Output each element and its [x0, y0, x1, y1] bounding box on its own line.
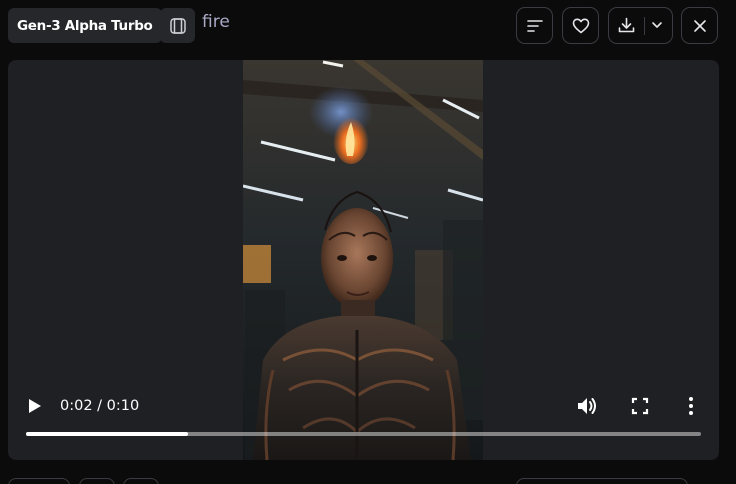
chevron-down-icon [652, 22, 662, 28]
frame-icon-button[interactable] [160, 8, 195, 43]
favorite-button[interactable] [562, 7, 599, 44]
download-options-button[interactable] [651, 20, 663, 30]
bottom-icon-button[interactable] [79, 478, 115, 484]
player-controls: 0:02 / 0:10 [8, 60, 719, 460]
play-button[interactable] [26, 396, 44, 416]
progress-track[interactable] [26, 432, 701, 436]
progress-fill [26, 432, 188, 436]
more-options-button[interactable] [687, 395, 695, 417]
details-button[interactable] [516, 7, 553, 44]
menu-lines-icon [526, 19, 543, 32]
download-icon [618, 17, 635, 33]
heart-icon [572, 18, 589, 33]
volume-icon [578, 398, 596, 414]
time-display: 0:02 / 0:10 [60, 398, 140, 414]
model-badge[interactable]: Gen-3 Alpha Turbo [8, 8, 162, 43]
download-divider [644, 17, 645, 35]
download-button[interactable] [618, 17, 635, 34]
prompt-text: fire [202, 12, 230, 32]
fullscreen-button[interactable] [631, 397, 649, 415]
close-icon [693, 19, 706, 32]
bottom-wide-button[interactable] [516, 478, 688, 484]
fullscreen-icon [631, 397, 649, 415]
video-player[interactable]: 0:02 / 0:10 [8, 60, 719, 460]
download-button-group[interactable] [608, 7, 673, 44]
play-icon [29, 399, 41, 413]
film-frame-icon [169, 17, 186, 34]
top-bar: Gen-3 Alpha Turbo fire [0, 0, 736, 52]
volume-button[interactable] [576, 395, 598, 417]
bottom-action-button[interactable] [8, 478, 70, 484]
close-button[interactable] [681, 7, 718, 44]
bottom-icon-button[interactable] [123, 478, 159, 484]
more-vertical-icon [689, 397, 693, 415]
